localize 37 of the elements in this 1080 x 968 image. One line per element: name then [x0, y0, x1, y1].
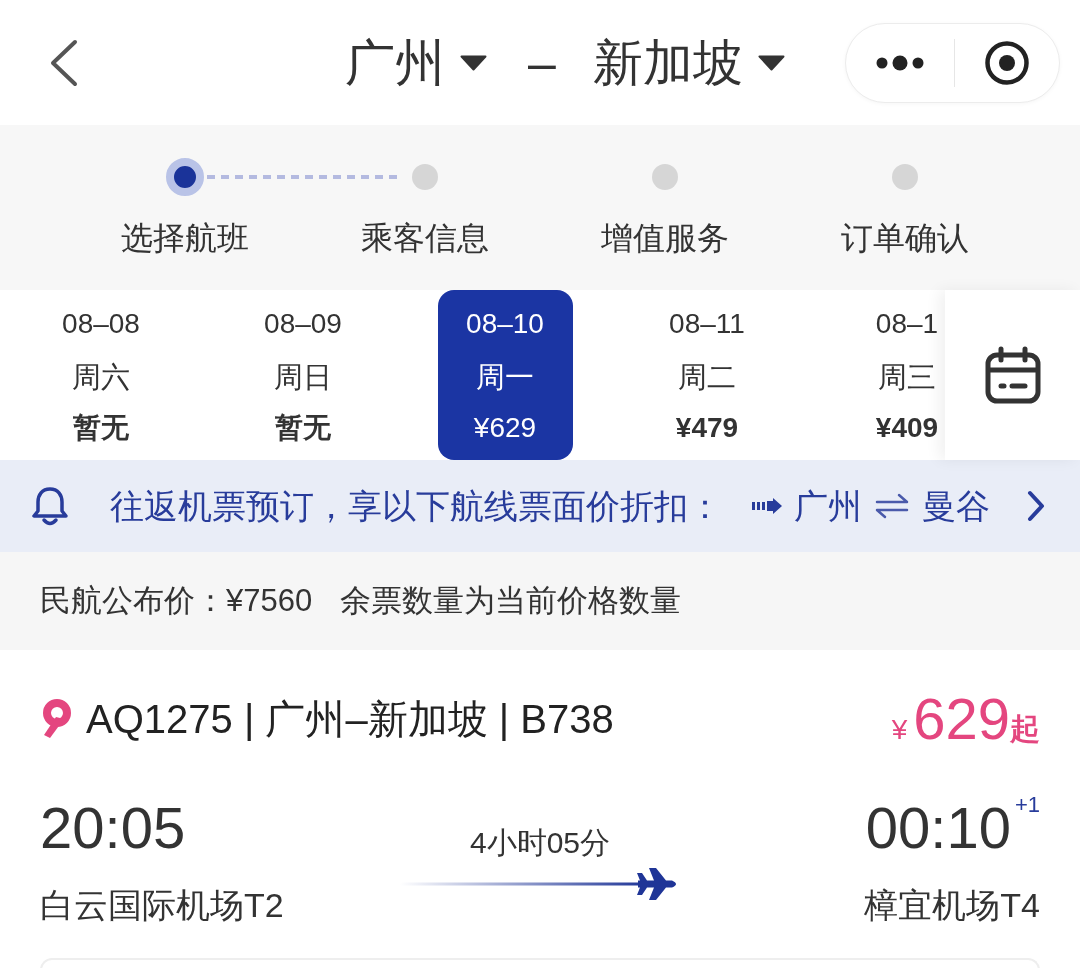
back-icon[interactable] [50, 38, 78, 87]
date-tab[interactable]: 08–1 周三 ¥409 [869, 290, 945, 460]
calendar-icon [984, 346, 1041, 404]
dashed-arrow-icon [752, 498, 782, 514]
arrival-airport: 樟宜机场T4 [864, 885, 1040, 926]
caret-icon [460, 54, 487, 71]
step-label: 选择航班 [121, 219, 249, 258]
step-label: 订单确认 [841, 219, 969, 258]
day-offset-label: +1 [1014, 793, 1040, 817]
date-tab[interactable]: 08–09 周日 暂无 [235, 290, 371, 460]
departure-airport: 白云国际机场T2 [40, 885, 284, 926]
calendar-button[interactable] [945, 290, 1080, 460]
date-tab[interactable]: 08–08 周六 暂无 [33, 290, 169, 460]
official-price-text: 民航公布价：¥7560 [40, 582, 313, 620]
step-label: 增值服务 [601, 219, 729, 258]
arrival-time: 00:10 [865, 796, 1011, 860]
remark-text: 余票数量为当前价格数量 [340, 582, 682, 620]
flight-title: AQ1275 | 广州–新加坡 | B738 [86, 696, 614, 743]
duration-label: 4小时05分 [469, 825, 611, 861]
circle-dot-icon [985, 40, 1029, 85]
route-city: 广州 [794, 486, 862, 527]
price-label: ¥629起 [891, 690, 1040, 748]
promo-text: 往返机票预订，享以下航线票面价折扣： [110, 486, 722, 527]
departure-time: 20:05 [40, 796, 186, 860]
step-label: 乘客信息 [361, 219, 489, 258]
dash-label: – [528, 33, 556, 93]
promo-banner[interactable]: 往返机票预订，享以下航线票面价折扣： 广州 曼谷 [0, 460, 1080, 552]
bell-icon [30, 485, 70, 527]
from-city-dropdown[interactable]: 广州 [345, 32, 487, 93]
logo-icon [40, 699, 72, 739]
date-tab[interactable]: 08–10 周一 ¥629 [437, 290, 573, 460]
to-city-dropdown[interactable]: 新加坡 [592, 32, 785, 93]
caret-icon [757, 54, 785, 71]
chevron-right-icon [1027, 490, 1045, 522]
route-city: 曼谷 [922, 486, 990, 527]
date-tab[interactable]: 08–11 周二 ¥479 [639, 290, 775, 460]
more-icon [876, 54, 924, 71]
